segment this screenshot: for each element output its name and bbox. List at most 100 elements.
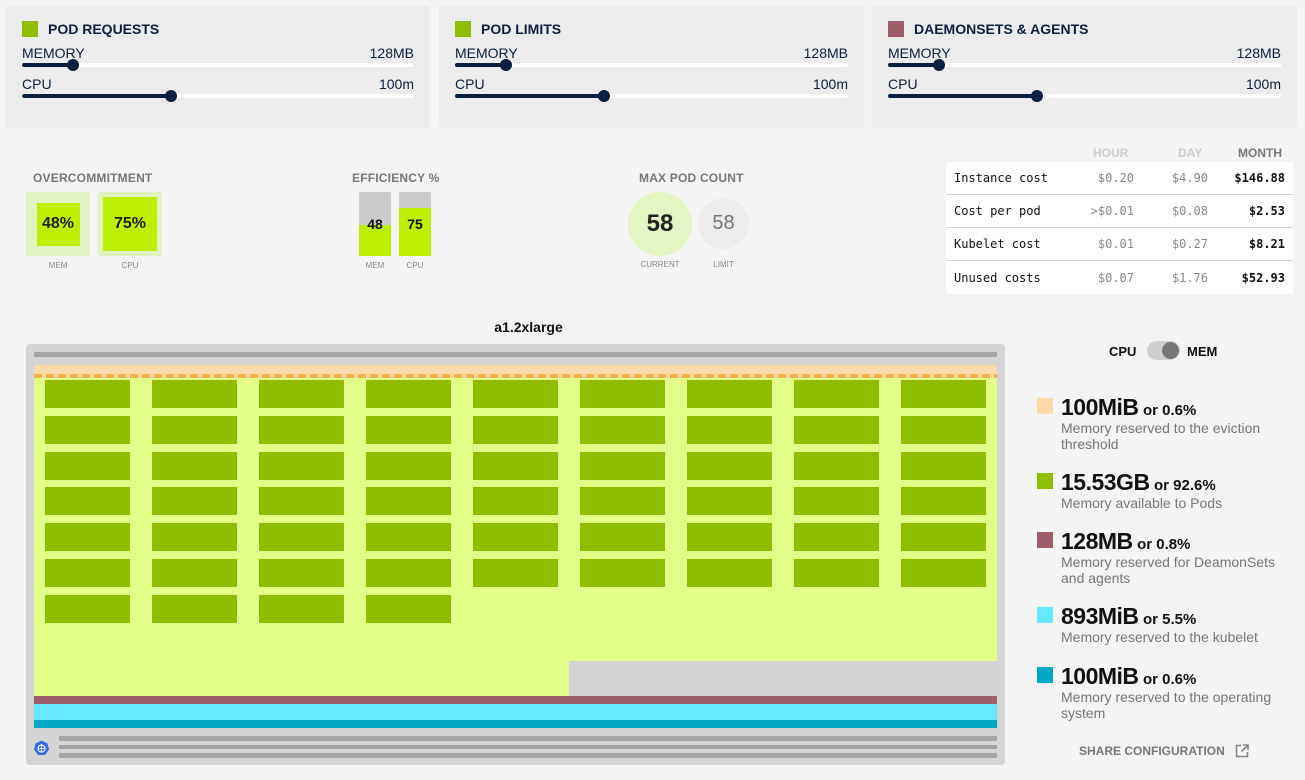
cost-name: Cost per pod bbox=[954, 204, 1041, 218]
cpu-slider[interactable] bbox=[888, 90, 1281, 102]
cpu-slider-handle[interactable] bbox=[598, 90, 611, 102]
overcommitment-mem-box: 48% bbox=[26, 192, 90, 256]
node-visualization bbox=[26, 344, 1005, 765]
cost-name: Kubelet cost bbox=[954, 237, 1041, 251]
cost-row: Instance cost $0.20 $4.90 $146.88 bbox=[946, 162, 1293, 195]
cpu-slider-fill bbox=[22, 94, 171, 98]
current-pod-count-label: CURRENT bbox=[640, 260, 680, 269]
pod-block bbox=[366, 523, 451, 552]
memory-slider-row: MEMORY 128MB bbox=[888, 46, 1281, 71]
pod-block bbox=[473, 451, 558, 480]
legend-amount: 15.53GB or 92.6% bbox=[1061, 469, 1216, 496]
overcommitment-cpu-label: CPU bbox=[121, 261, 139, 270]
cost-row: Kubelet cost $0.01 $0.27 $8.21 bbox=[946, 228, 1293, 261]
cpu-slider[interactable] bbox=[22, 90, 414, 102]
cpu-mem-toggle[interactable] bbox=[1147, 341, 1180, 360]
current-pod-count-value: 58 bbox=[646, 210, 674, 237]
legend-swatch bbox=[1037, 532, 1053, 548]
legend-description: Memory reserved to the operating system bbox=[1061, 689, 1272, 721]
pod-block bbox=[152, 559, 237, 587]
cpu-value: 100m bbox=[1245, 76, 1281, 92]
max-pod-count-title: MAX POD COUNT bbox=[639, 171, 744, 185]
cpu-slider[interactable] bbox=[455, 90, 848, 102]
memory-slider-fill bbox=[22, 63, 73, 67]
pod-block bbox=[45, 451, 130, 480]
pod-block bbox=[366, 380, 451, 408]
toggle-cpu-label[interactable]: CPU bbox=[1109, 344, 1136, 359]
pod-block bbox=[687, 487, 772, 516]
limit-pod-count: 58 bbox=[698, 198, 749, 249]
overcommitment-mem-label: MEM bbox=[48, 261, 68, 270]
panel-daemonsets-agents: DAEMONSETS & AGENTS MEMORY 128MB CPU 100… bbox=[872, 6, 1297, 128]
pod-block bbox=[259, 415, 344, 444]
efficiency-mem-value: 48 bbox=[367, 216, 383, 232]
pod-block bbox=[152, 380, 237, 408]
toggle-knob[interactable] bbox=[1162, 342, 1179, 359]
panel-title-text: POD LIMITS bbox=[481, 21, 562, 37]
cpu-slider-handle[interactable] bbox=[164, 90, 177, 102]
cost-day: $0.08 bbox=[1171, 204, 1208, 218]
cost-month: $52.93 bbox=[1241, 270, 1285, 285]
pod-block bbox=[580, 559, 665, 587]
legend-amount: 128MB or 0.8% bbox=[1061, 528, 1190, 555]
pod-block bbox=[366, 594, 451, 623]
cpu-slider-handle[interactable] bbox=[1031, 90, 1044, 102]
legend-description: Memory reserved for DeamonSets and agent… bbox=[1061, 554, 1275, 586]
pod-block bbox=[687, 559, 772, 587]
pod-block bbox=[901, 559, 986, 587]
panel-pod-requests: POD REQUESTS MEMORY 128MB CPU 100m bbox=[6, 6, 430, 128]
pod-block bbox=[580, 415, 665, 444]
cpu-slider-row: CPU 100m bbox=[455, 77, 848, 102]
panel-title: DAEMONSETS & AGENTS bbox=[888, 20, 1281, 38]
pod-block bbox=[45, 523, 130, 552]
toggle-mem-label[interactable]: MEM bbox=[1187, 344, 1217, 359]
memory-slider[interactable] bbox=[888, 59, 1281, 71]
cost-month: $8.21 bbox=[1248, 237, 1285, 251]
node-bottom-line-1 bbox=[59, 736, 997, 741]
pod-block bbox=[366, 559, 451, 587]
memory-slider-handle[interactable] bbox=[66, 59, 79, 71]
legend-swatch bbox=[1037, 667, 1053, 683]
share-configuration-button[interactable]: SHARE CONFIGURATION bbox=[1079, 744, 1249, 758]
cost-table: Instance cost $0.20 $4.90 $146.88 Cost p… bbox=[946, 162, 1293, 294]
legend-swatch bbox=[1037, 607, 1053, 623]
efficiency-cpu-label: CPU bbox=[406, 261, 424, 270]
panel-color-swatch bbox=[888, 21, 904, 37]
legend-value: 100MiB bbox=[1061, 394, 1139, 420]
legend-description: Memory available to Pods bbox=[1061, 495, 1223, 511]
pod-block bbox=[259, 487, 344, 516]
pod-block bbox=[259, 380, 344, 408]
legend-description: Memory reserved to the kubelet bbox=[1061, 629, 1258, 645]
pod-block bbox=[687, 415, 772, 444]
pod-block bbox=[901, 451, 986, 480]
kubernetes-icon bbox=[34, 740, 49, 756]
cpu-slider-fill bbox=[455, 94, 605, 98]
pod-block bbox=[687, 451, 772, 480]
panel-color-swatch bbox=[455, 21, 471, 37]
cost-hour: $0.07 bbox=[1097, 270, 1134, 285]
legend-amount: 100MiB or 0.6% bbox=[1061, 394, 1196, 421]
share-configuration-label: SHARE CONFIGURATION bbox=[1079, 744, 1225, 758]
pod-block bbox=[45, 380, 130, 408]
legend-percent: or 0.8% bbox=[1137, 536, 1191, 553]
daemonsets-band bbox=[34, 696, 997, 704]
pod-block bbox=[152, 451, 237, 480]
cpu-slider-row: CPU 100m bbox=[888, 76, 1281, 102]
memory-slider[interactable] bbox=[455, 59, 848, 71]
cost-hour: >$0.01 bbox=[1090, 204, 1134, 218]
legend-percent: or 5.5% bbox=[1143, 611, 1197, 628]
pod-block bbox=[473, 415, 558, 444]
cost-row: Unused costs $0.07 $1.76 $52.93 bbox=[946, 261, 1293, 294]
pod-block bbox=[794, 559, 879, 587]
pod-block bbox=[794, 415, 879, 444]
legend-percent: or 92.6% bbox=[1154, 477, 1216, 494]
pod-block bbox=[259, 451, 344, 480]
unused-area bbox=[569, 661, 997, 696]
pod-block bbox=[580, 451, 665, 480]
memory-slider-handle[interactable] bbox=[933, 59, 946, 71]
memory-slider-handle[interactable] bbox=[500, 59, 513, 71]
pod-block bbox=[366, 451, 451, 480]
cost-hour: $0.01 bbox=[1097, 237, 1134, 251]
cpu-label: CPU bbox=[22, 76, 52, 92]
memory-slider[interactable] bbox=[22, 59, 414, 71]
